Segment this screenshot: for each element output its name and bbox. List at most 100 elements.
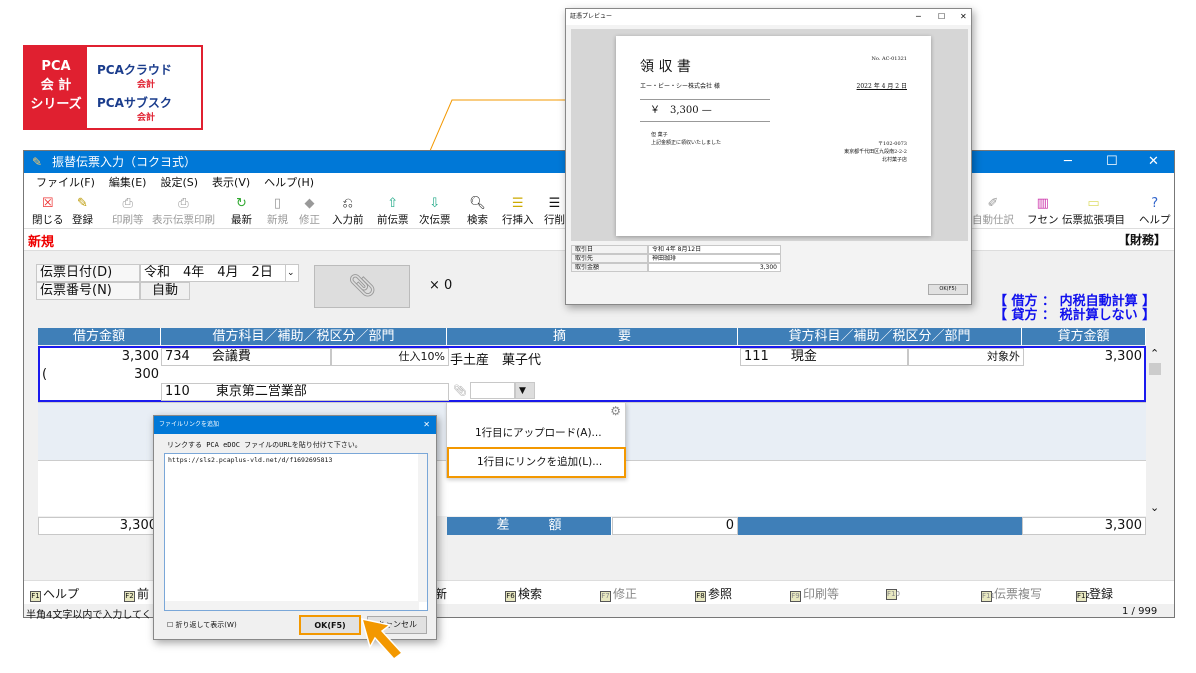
next-voucher-button[interactable]: ⇩ 次伝票 [419,195,451,227]
menu-help[interactable]: ヘルプ(H) [264,176,314,189]
new-button[interactable]: ▯ 新規 [267,195,288,227]
f8-refer-key[interactable]: F8 参照 [695,585,732,602]
menu-view[interactable]: 表示(V) [212,176,250,189]
delete-row-button[interactable]: ☰ 行削 [544,195,565,227]
date-dropdown-chevron-icon[interactable]: ⌄ [285,264,299,282]
debit-tax-class[interactable]: 仕入10% [331,348,449,366]
menu-item-add-link[interactable]: 1行目にリンクを追加(L)... [447,447,626,478]
dept-cell[interactable]: 110 東京第二営業部 [161,383,449,401]
sticky-note-button[interactable]: ▥ フセン [1027,195,1059,227]
sticky-icon: ▥ [1036,196,1049,211]
print-voucher-button[interactable]: ⎙ 表示伝票印刷 [152,195,215,227]
minimize-button[interactable]: ─ [1064,151,1072,173]
f7-edit-key[interactable]: F7 修正 [600,585,637,602]
link-dropdown-button[interactable]: ▼ [515,382,535,399]
add-file-link-dialog: ファイルリンクを追加 ✕ リンクする PCA eDOC ファイルのURLを貼り付… [153,415,437,640]
trade-partner-field[interactable]: 神田珈琲 [648,254,781,263]
receipt-note: 上記金額正に領収いたしました [651,140,722,146]
help-button[interactable]: ? ヘルプ [1139,195,1171,227]
eraser-icon: ◆ [304,196,315,211]
preview-ok-button[interactable]: OK(F5) [928,284,968,295]
debit-amount[interactable]: 3,300 [122,349,159,364]
f11-copy-key[interactable]: F11伝票複写 [981,585,1042,602]
refresh-button[interactable]: ↻ 最新 [231,195,252,227]
attachment-button[interactable]: 📎︎ [314,265,410,308]
number-field[interactable]: 自動 [140,282,190,300]
f9-print-key[interactable]: F9 印刷等 [790,585,839,602]
receipt-note: 但 菓子 [651,132,668,138]
close-button[interactable]: ✕ [960,9,967,25]
url-textarea[interactable]: https://sls2.pcaplus-vld.net/d/f16926958… [164,453,428,611]
window-title: 振替伝票入力（コクヨ式） [52,155,197,169]
credit-account-cell[interactable]: 111 現金 [740,348,908,366]
next-icon: ⇩ [429,196,441,211]
trade-date-field[interactable]: 令和 4年 8月12日 [648,245,781,254]
debit-tax-amount: 300 [134,367,159,382]
number-label: 伝票番号(N) [36,282,140,300]
scroll-up-icon[interactable]: ⌃ [1150,347,1159,360]
scrollbar-thumb[interactable] [1149,363,1161,375]
maximize-button[interactable]: ☐ [938,9,945,25]
menu-item-upload[interactable]: 1行目にアップロード(A)... [447,419,625,447]
header-credit-amount: 貸方金額 [1022,328,1146,345]
credit-amount[interactable]: 3,300 [1105,349,1142,364]
wrap-checkbox[interactable]: ☐ 折り返して表示(W) [167,620,237,630]
f1-help-key[interactable]: F1 ヘルプ [30,585,79,602]
close-button[interactable]: ☒ 閉じる [32,195,64,227]
gear-icon[interactable]: ⚙ [610,404,621,418]
horizontal-scrollbar[interactable] [165,601,419,610]
debit-account-cell[interactable]: 734 会議費 [161,348,331,366]
register-button[interactable]: ✎ 登録 [72,195,93,227]
table-row-selected[interactable]: 3,300 ( 300 734 会議費 仕入10% 110 東京第二営業部 手土産 … [38,346,1146,402]
f2-prev-key[interactable]: F2 前 [124,585,149,602]
paperclip-icon[interactable]: 📎︎ [453,384,467,397]
date-field[interactable]: 令和 4年 4月 2日 [140,264,286,282]
print-button[interactable]: ⎙ 印刷等 [112,195,144,227]
search-icon: 🔍︎ [469,196,486,211]
help-icon: ? [1151,196,1159,211]
total-debit: 3,300 [38,517,161,535]
ok-button[interactable]: OK(F5) [299,615,361,635]
auto-journal-icon: ✐ [987,196,999,211]
menu-settings[interactable]: 設定(S) [160,176,198,189]
memo-cell[interactable]: 手土産 菓子代 [450,349,541,368]
receipt-number: No. AC-01321 [871,56,907,62]
maximize-button[interactable]: ☐ [1106,151,1118,173]
extension-items-button[interactable]: ▭ 伝票拡張項目 [1062,195,1125,227]
refresh-icon: ↻ [236,196,247,211]
menu-edit[interactable]: 編集(E) [109,176,147,189]
receipt-document: 領 収 書 No. AC-01321 エー・ビー・シー株式会社 様 2022 年… [616,36,931,236]
close-icon[interactable]: ✕ [423,416,430,434]
preview-area: 領 収 書 No. AC-01321 エー・ビー・シー株式会社 様 2022 年… [571,29,968,241]
menu-file[interactable]: ファイル(F) [36,176,95,189]
search-button[interactable]: 🔍︎ 検索 [467,195,488,227]
register-icon: ✎ [77,196,88,211]
f10-key[interactable]: F10 [886,585,900,600]
prev-voucher-button[interactable]: ⇧ 前伝票 [377,195,409,227]
edit-button[interactable]: ◆ 修正 [299,195,320,227]
minimize-button[interactable]: ─ [916,9,921,25]
printer-icon: ⎙ [178,196,189,211]
close-window-button[interactable]: ✕ [1148,151,1159,173]
header-debit-account: 借方科目／補助／税区分／部門 [161,328,447,345]
field-label: 取引先 [571,254,648,263]
credit-tax-class[interactable]: 対象外 [908,348,1024,366]
link-input[interactable] [470,382,515,399]
header-memo: 摘 要 [447,328,738,345]
status-hint: 半角4文字以内で入力してく [26,610,152,621]
insert-row-button[interactable]: ☰ 行挿入 [502,195,534,227]
insert-row-icon: ☰ [511,196,524,211]
before-input-button[interactable]: ⎌ 入力前 [332,195,364,227]
f6-search-key[interactable]: F6 検索 [505,585,542,602]
printer-icon: ⎙ [122,196,133,211]
receipt-issuer: 〒102-0073 東京都千代田区九段南2-2-2 北村菓子店 [844,141,907,163]
close-icon: ☒ [41,196,54,211]
trade-amount-field[interactable]: 3,300 [648,263,781,272]
header-debit-amount: 借方金額 [38,328,161,345]
f12-register-key[interactable]: F12登録 [1076,585,1113,602]
receipt-amount: ￥ 3,300 — [640,99,770,122]
scroll-down-icon[interactable]: ⌄ [1150,501,1159,514]
auto-journal-button[interactable]: ✐ 自動仕訳 [972,195,1014,227]
vertical-scrollbar[interactable] [418,454,427,602]
mode-label: 新規 [28,235,55,250]
